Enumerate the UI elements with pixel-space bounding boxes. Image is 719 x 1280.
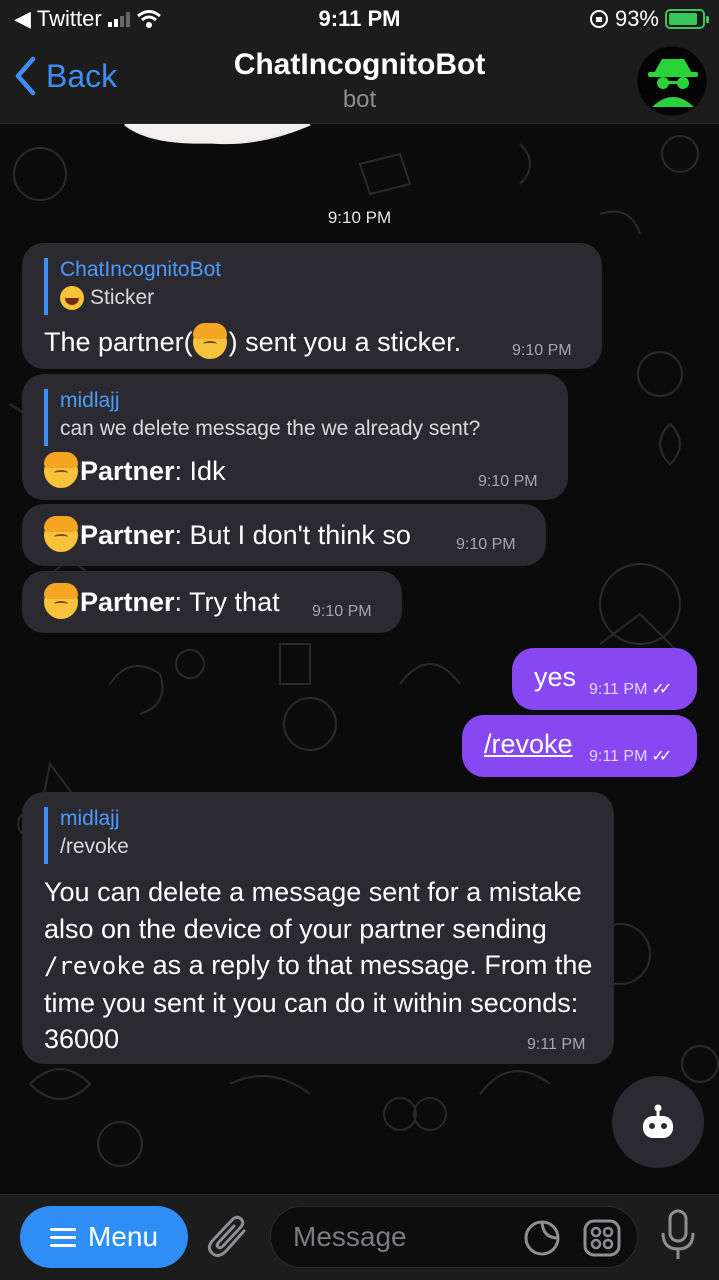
- message-time-label: 9:11 PM: [589, 748, 648, 765]
- message-text-body: : Idk: [174, 455, 226, 486]
- message-text-part1: You can delete a message sent for a mist…: [44, 877, 582, 944]
- message-text: Partner: Idk: [44, 452, 226, 488]
- message-text-body: : But I don't think so: [174, 519, 411, 550]
- message-bubble[interactable]: midlajj can we delete message the we alr…: [22, 374, 568, 500]
- message-input[interactable]: [293, 1207, 513, 1267]
- reply-sender: midlajj: [60, 807, 120, 830]
- reply-sender: midlajj: [60, 389, 120, 412]
- menu-button[interactable]: Menu: [20, 1206, 188, 1268]
- reply-text: can we delete message the we already sen…: [60, 417, 481, 440]
- girl-emoji-icon: [44, 516, 78, 552]
- message-field: [270, 1206, 638, 1268]
- girl-emoji-icon: [192, 323, 227, 359]
- paperclip-icon[interactable]: [206, 1211, 252, 1263]
- battery-fill: [669, 13, 697, 25]
- message-time: 9:11 PM ✓✓: [589, 679, 672, 699]
- status-bar: ◀ Twitter 9:11 PM 93%: [0, 0, 719, 40]
- outgoing-message-bubble[interactable]: yes 9:11 PM ✓✓: [512, 648, 697, 710]
- message-time-label: 9:11 PM: [589, 681, 648, 698]
- message-time: 9:10 PM: [312, 603, 372, 620]
- message-time: 9:10 PM: [478, 473, 538, 490]
- laughing-emoji-icon: [60, 286, 84, 310]
- chat-title[interactable]: ChatIncognitoBot: [0, 48, 719, 82]
- message-text: The partner( ) sent you a sticker.: [44, 323, 462, 359]
- message-text: Partner: But I don't think so: [44, 516, 411, 552]
- reply-text: /revoke: [60, 835, 129, 858]
- message-text-part1: The partner(: [44, 326, 193, 357]
- message-time: 9:11 PM ✓✓: [589, 746, 672, 766]
- message-text: yes: [534, 662, 577, 692]
- reply-preview[interactable]: midlajj /revoke: [44, 807, 129, 864]
- double-check-icon: ✓✓: [651, 748, 672, 765]
- girl-emoji-icon: [44, 583, 78, 619]
- bot-commands-grid-icon[interactable]: [583, 1219, 621, 1257]
- reply-sender: ChatIncognitoBot: [60, 258, 222, 281]
- reply-text: Sticker: [60, 286, 221, 310]
- message-bubble[interactable]: Partner: But I don't think so 9:10 PM: [22, 504, 546, 566]
- message-bubble[interactable]: ChatIncognitoBot Sticker The partner( ) s…: [22, 243, 602, 369]
- message-text-body: : Try that: [174, 586, 280, 617]
- girl-emoji-icon: [44, 452, 78, 488]
- reply-preview[interactable]: ChatIncognitoBot Sticker: [44, 258, 221, 315]
- status-right: 93%: [589, 6, 709, 32]
- sender-label: Partner: [80, 519, 175, 550]
- message-text-part2: ) sent you a sticker.: [228, 326, 462, 357]
- chat-header: Back ChatIncognitoBot bot: [0, 40, 719, 124]
- message-bubble[interactable]: Partner: Try that 9:10 PM: [22, 571, 402, 633]
- revoke-command-link[interactable]: /revoke: [484, 729, 573, 760]
- input-bar: Menu: [0, 1194, 719, 1280]
- double-check-icon: ✓✓: [651, 681, 672, 698]
- bot-avatar[interactable]: [637, 46, 707, 116]
- outgoing-message-bubble[interactable]: /revoke 9:11 PM ✓✓: [462, 715, 697, 777]
- message-time: 9:10 PM: [512, 342, 572, 359]
- menu-label: Menu: [87, 1221, 159, 1252]
- message-time: 9:11 PM: [527, 1036, 586, 1053]
- incognito-logo: [639, 48, 706, 115]
- message-text: You can delete a message sent for a mist…: [44, 874, 614, 1058]
- microphone-icon[interactable]: [660, 1209, 696, 1263]
- sticker-icon[interactable]: [523, 1219, 561, 1257]
- battery-icon: [665, 9, 709, 29]
- date-stamp: 9:10 PM: [327, 208, 392, 227]
- battery-percent: 93%: [614, 6, 659, 31]
- sender-label: Partner: [80, 455, 175, 486]
- message-time: 9:10 PM: [456, 536, 516, 553]
- menu-icon: [49, 1227, 76, 1247]
- inline-code: /revoke: [44, 952, 146, 980]
- robot-icon: [643, 1104, 673, 1138]
- reply-text-label: Sticker: [90, 286, 155, 309]
- sender-label: Partner: [80, 586, 175, 617]
- chat-subtitle: bot: [342, 86, 377, 113]
- reply-preview[interactable]: midlajj can we delete message the we alr…: [44, 389, 480, 446]
- orientation-lock-icon: [589, 10, 608, 28]
- message-text: Partner: Try that: [44, 583, 280, 619]
- bot-commands-button[interactable]: [612, 1076, 704, 1168]
- message-bubble[interactable]: midlajj /revoke You can delete a message…: [22, 792, 614, 1064]
